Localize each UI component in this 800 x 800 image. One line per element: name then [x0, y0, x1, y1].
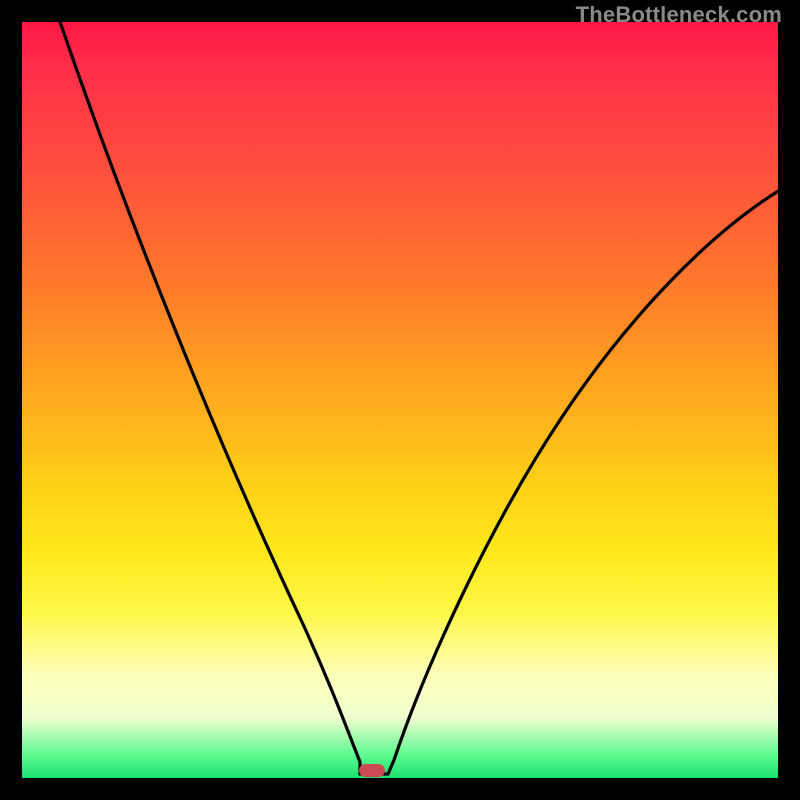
bottleneck-curve: [22, 22, 778, 778]
chart-frame: TheBottleneck.com: [0, 0, 800, 800]
min-marker: [359, 764, 385, 777]
curve-right-branch: [388, 190, 780, 774]
curve-left-branch: [58, 16, 360, 774]
plot-area: [22, 22, 778, 778]
